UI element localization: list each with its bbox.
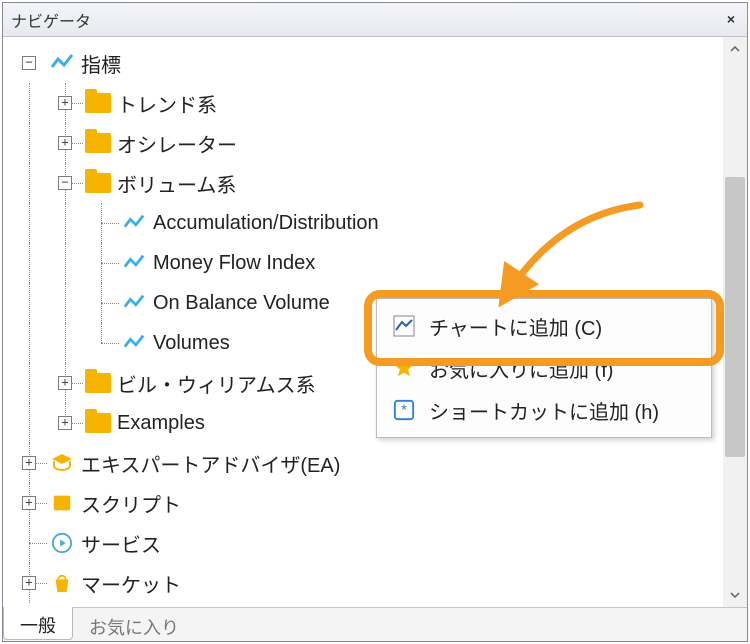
tree-node-market[interactable]: マーケット (11, 563, 717, 603)
folder-icon (85, 130, 111, 156)
tree-label: Examples (117, 412, 205, 435)
chevron-down-icon[interactable] (723, 583, 747, 607)
folder-icon (85, 410, 111, 436)
titlebar: ナビゲータ × (3, 3, 747, 37)
tab-label: お気に入り (89, 614, 179, 640)
tree-node-ad[interactable]: Accumulation/Distribution (11, 203, 717, 243)
tree-label: ビル・ウィリアムス系 (117, 369, 316, 398)
graduation-cap-icon (49, 450, 75, 476)
tree-node-volume[interactable]: ボリューム系 (11, 163, 717, 203)
tab-general[interactable]: 一般 (3, 607, 73, 640)
expander-icon[interactable] (22, 456, 36, 470)
chevron-up-icon[interactable] (723, 37, 747, 61)
bottom-tabs: 一般 お気に入り (3, 607, 747, 641)
indicator-icon (121, 290, 147, 316)
expander-icon[interactable] (22, 56, 36, 70)
play-icon (49, 530, 75, 556)
context-menu: チャートに追加 (C) お気に入りに追加 (f) * ショートカットに追加 (h… (376, 298, 712, 438)
tree-label: オシレーター (117, 129, 237, 158)
tree-node-oscillator[interactable]: オシレーター (11, 123, 717, 163)
close-icon[interactable]: × (721, 10, 741, 30)
tree-node-mfi[interactable]: Money Flow Index (11, 243, 717, 283)
star-icon (391, 355, 417, 381)
vertical-scrollbar[interactable] (723, 37, 747, 607)
folder-icon (85, 90, 111, 116)
expander-icon[interactable] (22, 576, 36, 590)
expander-icon[interactable] (58, 376, 72, 390)
tree-label: エキスパートアドバイザ(EA) (81, 449, 340, 478)
tree-label: ボリューム系 (117, 169, 236, 198)
expander-icon[interactable] (58, 136, 72, 150)
tab-label: 一般 (20, 612, 56, 638)
tree-label: Accumulation/Distribution (153, 212, 379, 235)
tree-node-indicators[interactable]: 指標 (11, 43, 717, 83)
tree-label: サービス (81, 529, 161, 558)
menu-label: お気に入りに追加 (f) (429, 354, 613, 383)
menu-add-to-favorites[interactable]: お気に入りに追加 (f) (377, 347, 711, 389)
tree-node-service[interactable]: サービス (11, 523, 717, 563)
script-icon (49, 490, 75, 516)
chart-line-icon (391, 313, 417, 339)
tree-label: スクリプト (81, 489, 181, 518)
tree-node-trend[interactable]: トレンド系 (11, 83, 717, 123)
tree-label: On Balance Volume (153, 292, 330, 315)
tree-label: マーケット (81, 569, 181, 598)
shopping-bag-icon (49, 570, 75, 596)
tree-node-ea[interactable]: エキスパートアドバイザ(EA) (11, 443, 717, 483)
scrollbar-thumb[interactable] (725, 177, 745, 457)
tree-label: Money Flow Index (153, 252, 315, 275)
expander-icon[interactable] (58, 96, 72, 110)
tree-label: 指標 (81, 49, 121, 78)
indicator-icon (121, 330, 147, 356)
asterisk-icon: * (391, 397, 417, 423)
folder-icon (85, 370, 111, 396)
indicator-icon (121, 210, 147, 236)
window-title: ナビゲータ (11, 8, 721, 32)
indicator-icon (121, 250, 147, 276)
tree-label: Volumes (153, 332, 230, 355)
tree-node-script[interactable]: スクリプト (11, 483, 717, 523)
menu-add-to-chart[interactable]: チャートに追加 (C) (377, 305, 711, 347)
folder-icon (85, 170, 111, 196)
svg-text:*: * (401, 403, 407, 419)
expander-icon[interactable] (22, 496, 36, 510)
menu-label: ショートカットに追加 (h) (429, 396, 659, 425)
tree-label: トレンド系 (117, 89, 217, 118)
menu-label: チャートに追加 (C) (429, 312, 602, 341)
tab-favorites[interactable]: お気に入り (73, 608, 195, 641)
expander-icon[interactable] (58, 416, 72, 430)
expander-icon[interactable] (58, 176, 72, 190)
menu-add-shortcut[interactable]: * ショートカットに追加 (h) (377, 389, 711, 431)
indicator-icon (49, 50, 75, 76)
